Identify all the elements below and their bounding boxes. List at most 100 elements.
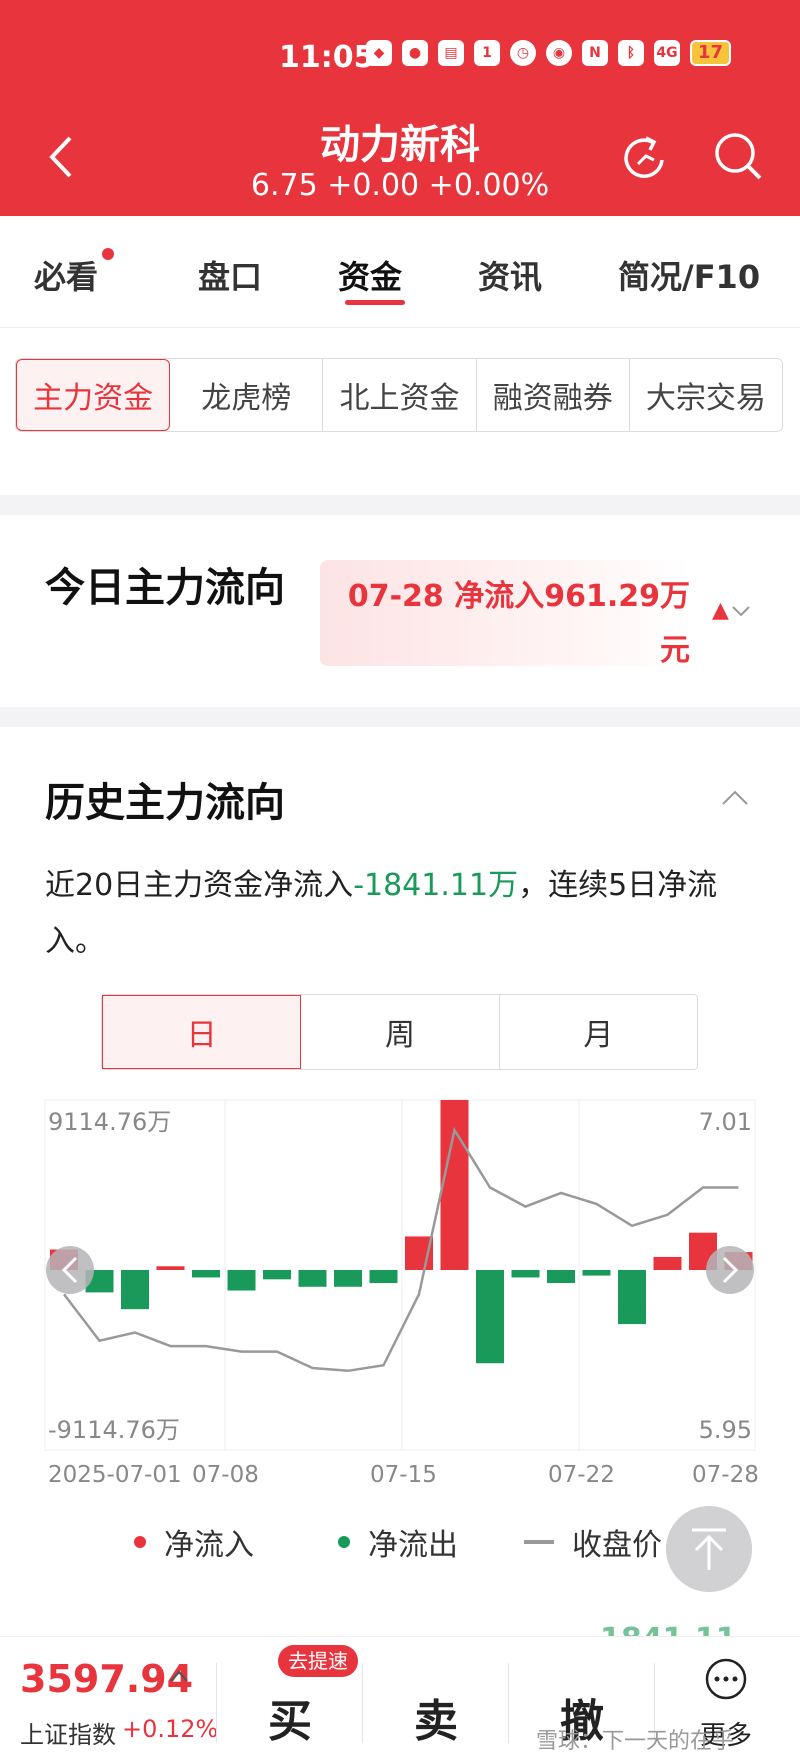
close-line-icon (524, 1540, 554, 1544)
wechat-icon: ● (402, 40, 428, 66)
x-tick-label: 07-08 (192, 1462, 259, 1488)
subtab-margin[interactable]: 融资融券 (477, 359, 630, 431)
y-right-max-label: 7.01 (699, 1108, 752, 1136)
period-month[interactable]: 月 (500, 995, 697, 1069)
search-icon[interactable] (710, 128, 766, 184)
outflow-bar[interactable] (547, 1270, 575, 1284)
subtab-block-trade[interactable]: 大宗交易 (630, 359, 782, 431)
tab-profile[interactable]: 简况/F10 (618, 252, 760, 298)
outflow-bar[interactable] (511, 1270, 540, 1278)
main-fund-chart[interactable]: 9114.76万 -9114.76万 7.01 5.95 2025-07-01 07-08… (0, 1099, 800, 1488)
section-divider (0, 495, 800, 515)
outflow-dot-icon (338, 1536, 350, 1548)
app-notification-icon: ◆ (366, 40, 392, 66)
today-flow-line1: 07-28 净流入961.29万 (347, 579, 690, 614)
divider (508, 1663, 509, 1743)
outflow-bar[interactable] (618, 1270, 646, 1325)
x-tick-label: 07-28 (692, 1462, 759, 1488)
more-icon[interactable] (704, 1657, 748, 1701)
sell-button[interactable]: 卖 (414, 1685, 458, 1749)
status-time: 11:05 (279, 40, 375, 75)
index-name: 上证指数 (20, 1721, 116, 1749)
chevron-down-icon[interactable] (730, 600, 752, 622)
period-week[interactable]: 周 (301, 995, 500, 1069)
clock-icon: ◷ (510, 40, 536, 66)
outflow-bar[interactable] (369, 1270, 398, 1284)
outflow-bar[interactable] (298, 1270, 327, 1287)
summary-prefix: 近20日主力资金净流入 (45, 868, 354, 903)
tab-must-see[interactable]: 必看 (34, 252, 98, 298)
x-tick-label: 2025-07-01 (48, 1462, 182, 1488)
legend-inflow: 净流入 (134, 1520, 254, 1564)
app-icon: 1 (474, 40, 500, 66)
share-icon[interactable] (618, 130, 674, 186)
outflow-bar[interactable] (227, 1270, 256, 1291)
prev-arrow-icon[interactable] (46, 1246, 94, 1294)
history-summary: 近20日主力资金净流入-1841.11万，连续5日净流入。 (45, 858, 745, 970)
subtab-dragon-tiger[interactable]: 龙虎榜 (170, 359, 324, 431)
x-tick-label: 07-22 (548, 1462, 615, 1488)
fund-subtabs: 主力资金 龙虎榜 北上资金 融资融券 大宗交易 (15, 358, 783, 432)
buy-button[interactable]: 买 (268, 1685, 312, 1749)
outflow-bar[interactable] (192, 1270, 220, 1278)
subtab-northbound[interactable]: 北上资金 (323, 359, 477, 431)
today-flow-value[interactable]: 07-28 净流入961.29万 元 (320, 560, 690, 668)
signal-icon: 4G (654, 40, 680, 66)
index-change: +0.12% (122, 1715, 219, 1743)
app-root: 11:05 ◆ ● ▤ 1 ◷ ◉ N ᛒ 4G 17 动力新科 6.75 +0… (0, 0, 800, 1760)
main-tabs: 必看 盘口 资金 资讯 简况/F10 (0, 216, 800, 328)
price-subtitle: 6.75 +0.00 +0.00% (250, 168, 550, 203)
section-divider (0, 707, 800, 727)
legend-close: 收盘价 (524, 1520, 662, 1564)
next-arrow-icon[interactable] (706, 1246, 754, 1294)
outflow-bar[interactable] (476, 1270, 504, 1364)
outflow-bar[interactable] (263, 1270, 291, 1280)
legend-outflow: 净流出 (338, 1520, 458, 1564)
outflow-bar[interactable] (121, 1270, 149, 1310)
nfc-icon: N (582, 40, 608, 66)
bottom-trade-bar: 3597.94 上证指数 +0.12% 去提速 买 卖 撤 更多 雪球：下一天的… (0, 1636, 800, 1760)
eye-icon: ◉ (546, 40, 572, 66)
inflow-bar[interactable] (440, 1100, 469, 1270)
period-selector: 日 周 月 (101, 994, 698, 1070)
book-icon: ▤ (438, 40, 464, 66)
history-flow-title: 历史主力流向 (45, 780, 285, 826)
legend-inflow-label: 净流入 (164, 1528, 254, 1563)
chevron-up-icon[interactable] (720, 786, 750, 810)
battery-icon: 17 (690, 40, 732, 66)
tab-news[interactable]: 资讯 (478, 252, 542, 298)
summary-value: -1841.11万 (353, 868, 519, 903)
y-left-min-label: -9114.76万 (48, 1416, 180, 1444)
outflow-bar[interactable] (582, 1270, 611, 1276)
today-flow-title: 今日主力流向 (45, 565, 285, 611)
bluetooth-icon: ᛒ (618, 40, 644, 66)
divider (216, 1663, 217, 1743)
notification-dot (102, 248, 114, 260)
outflow-bar[interactable] (334, 1270, 362, 1287)
y-left-max-label: 9114.76万 (48, 1108, 171, 1136)
divider (362, 1663, 363, 1743)
today-flow-line2: 元 (660, 633, 690, 668)
legend-outflow-label: 净流出 (368, 1528, 458, 1563)
tab-order-book[interactable]: 盘口 (198, 252, 262, 298)
inflow-dot-icon (134, 1536, 146, 1548)
speed-badge[interactable]: 去提速 (278, 1645, 358, 1677)
page-title: 动力新科 (320, 122, 480, 168)
scroll-to-top-icon[interactable] (666, 1506, 752, 1592)
close-price-line (63, 1126, 739, 1373)
chevron-up-icon[interactable] (168, 1667, 190, 1685)
watermark: 雪球：下一天的在乎 (536, 1729, 735, 1754)
status-icons: ◆ ● ▤ 1 ◷ ◉ N ᛒ 4G 17 (366, 40, 732, 66)
tab-funds[interactable]: 资金 (338, 252, 402, 298)
subtab-main-funds[interactable]: 主力资金 (16, 359, 171, 431)
y-right-min-label: 5.95 (699, 1416, 752, 1444)
inflow-bar[interactable] (653, 1256, 682, 1270)
period-day[interactable]: 日 (102, 995, 302, 1069)
header: 11:05 ◆ ● ▤ 1 ◷ ◉ N ᛒ 4G 17 动力新科 6.75 +0… (0, 0, 800, 216)
trend-up-icon: ▲ (712, 598, 729, 623)
x-tick-label: 07-15 (370, 1462, 437, 1488)
legend-close-label: 收盘价 (572, 1528, 662, 1563)
active-tab-indicator (345, 300, 405, 305)
chart-frame (44, 1099, 756, 1451)
inflow-bar[interactable] (156, 1266, 185, 1270)
